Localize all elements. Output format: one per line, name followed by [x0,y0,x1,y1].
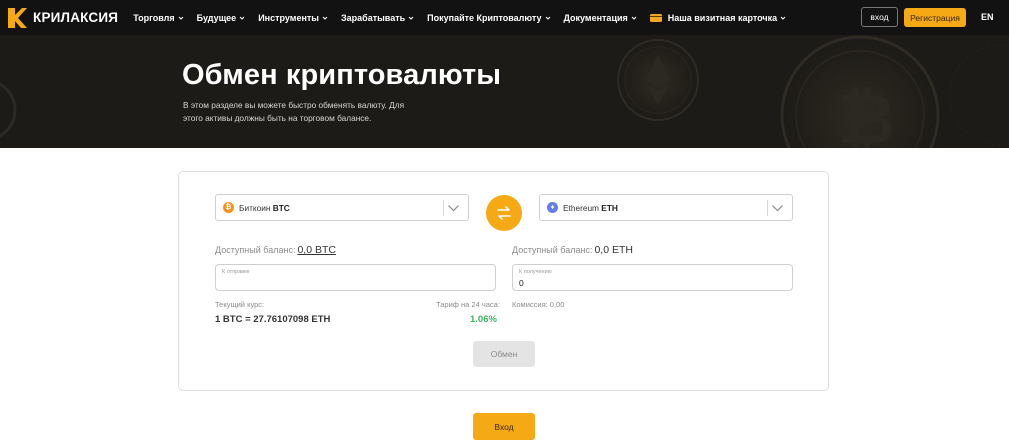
ethereum-icon: ♦ [547,202,558,213]
select-divider [767,200,768,216]
swap-direction-button[interactable] [486,195,522,231]
tariff-value: 1.06% [470,314,497,325]
from-balance-label: Доступный баланс: [215,245,296,255]
from-coin-select[interactable]: ₿ Биткоин BTC [215,194,469,221]
chevron-down-icon [631,16,637,20]
send-amount-label: К отправке [222,269,250,275]
bitcoin-icon: ₿ [223,202,234,213]
nav-item-label: Инструменты [258,12,319,23]
brand-logo[interactable]: КРИЛАКСИЯ [6,7,118,29]
from-coin-name: Биткоин [239,202,271,213]
brand-name: КРИЛАКСИЯ [33,10,119,25]
hero-background-coins: ₿ [0,35,1009,148]
login-button[interactable]: вход [861,7,898,27]
receive-amount-value: 0 [519,278,524,288]
nav-item-docs[interactable]: Документация [564,13,637,23]
enter-button[interactable]: Вход [473,413,535,440]
to-coin-select[interactable]: ♦ Ethereum ETH [539,194,793,221]
to-balance-value: 0,0 ETH [594,244,633,256]
nav-item-label: Торговля [133,12,175,23]
top-navbar: КРИЛАКСИЯ Торговля Будущее Инструменты З… [0,0,1009,35]
chevron-down-icon [408,16,414,20]
nav-item-label: Будущее [196,12,237,23]
page-title: Обмен криптовалюты [182,59,502,91]
tariff-label: Тариф на 24 часа: [436,300,500,309]
nav-item-earn[interactable]: Зарабатывать [341,13,414,23]
rate-label: Текущий курс: [215,300,265,309]
receive-amount-label: К получению [519,269,552,275]
to-balance-label: Доступный баланс: [512,245,593,255]
commission-label: Комиссия: 0,00 [512,300,565,309]
svg-text:₿: ₿ [838,80,895,148]
from-coin-label: Биткоин BTC [239,203,290,213]
nav-item-buy-crypto[interactable]: Покупайте Криптовалюту [427,13,550,23]
select-divider [443,200,444,216]
nav-item-label: Наша визитная карточка [667,12,778,23]
logo-mark-icon [8,7,27,28]
register-button[interactable]: Регистрация [904,8,966,27]
from-balance: Доступный баланс: 0,0 BTC [215,244,336,256]
page-subtitle: В этом разделе вы можете быстро обменять… [183,100,405,123]
chevron-down-icon [178,16,183,20]
chevron-down-icon [772,205,783,212]
nav-item-label: Документация [563,12,628,23]
nav-menu: Торговля Будущее Инструменты Зарабатыват… [133,13,799,23]
to-coin-ticker: ETH [601,202,618,213]
send-amount-input[interactable]: К отправке [215,264,496,291]
swap-arrows-icon [497,206,511,220]
to-coin-label: Ethereum ETH [563,203,618,213]
credit-card-icon [649,13,662,22]
to-coin-name: Ethereum [563,202,599,213]
receive-amount-input[interactable]: К получению 0 [512,264,793,291]
from-coin-ticker: BTC [272,202,290,213]
hero-banner: ₿ Обмен криптовалюты В этом разделе вы м… [0,35,1009,148]
nav-item-tools[interactable]: Инструменты [258,13,328,23]
exchange-button[interactable]: Обмен [473,341,535,367]
nav-item-label: Зарабатывать [340,12,406,23]
from-balance-value[interactable]: 0,0 BTC [297,244,336,256]
chevron-down-icon [545,16,550,20]
chevron-down-icon [322,16,328,20]
chevron-down-icon [239,16,245,20]
language-switch[interactable]: EN [981,12,994,22]
chevron-down-icon [448,205,459,212]
nav-item-futures[interactable]: Будущее [197,13,246,23]
chevron-down-icon [780,16,786,20]
nav-item-trade[interactable]: Торговля [133,13,183,23]
to-balance: Доступный баланс: 0,0 ETH [512,244,633,256]
nav-item-label: Покупайте Криптовалюту [427,12,542,23]
rate-value: 1 BTC = 27.76107098 ETH [215,314,331,325]
nav-item-business-card[interactable]: Наша визитная карточка [649,12,786,23]
